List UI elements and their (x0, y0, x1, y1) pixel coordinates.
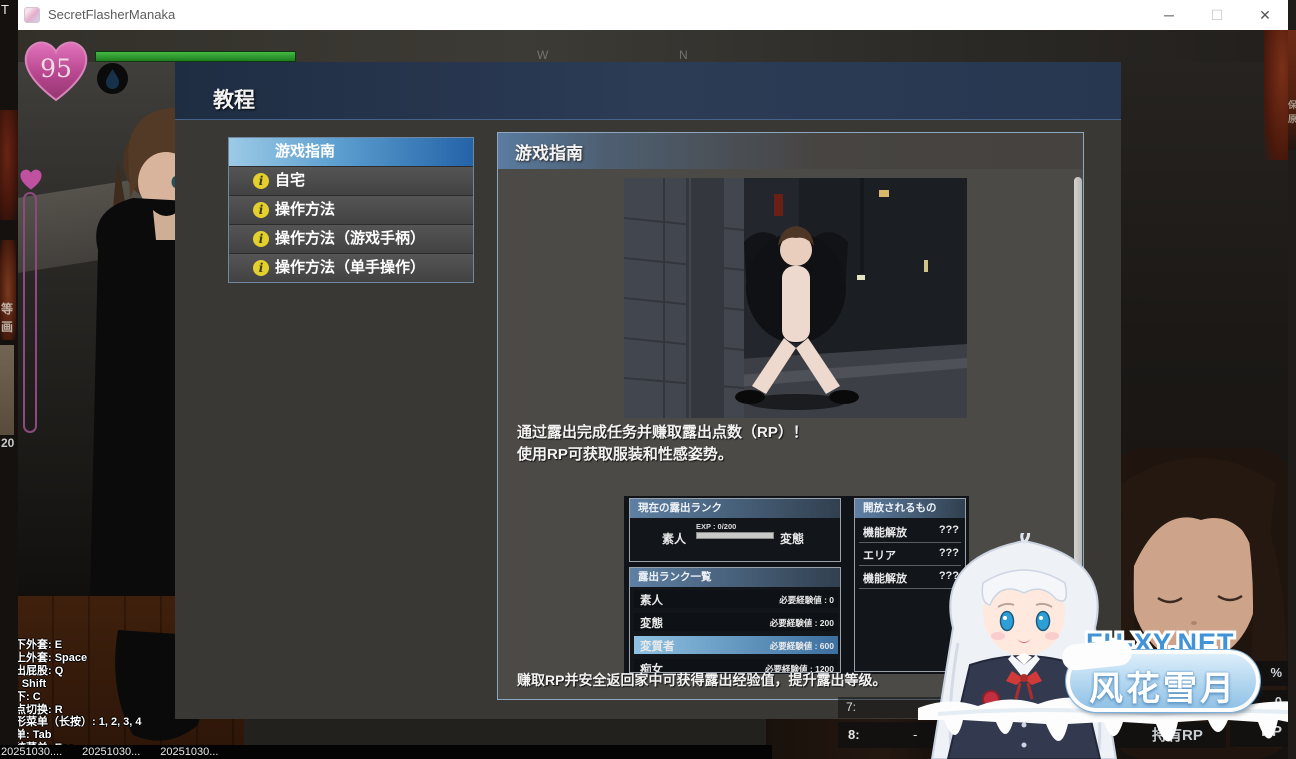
rank-name: 変質者 (640, 638, 675, 654)
game-window: 95 W N 教程 游戏指南 i 自宅 i 操作方法 i 操作方法（游戏手柄） i 操作方法（单… (0, 0, 1296, 759)
tutorial-screenshot (624, 178, 967, 418)
info-icon: i (253, 173, 269, 189)
edge-glyph: 等 (1, 300, 13, 317)
close-button[interactable]: ✕ (1242, 0, 1288, 30)
rank-list-panel-title: 露出ランク一覧 (630, 568, 840, 587)
shortcut-line-4: 蹲下: C (4, 691, 142, 704)
edge-glyph: 原 (1288, 112, 1296, 125)
shortcut-line-0: 脱下外套: E (4, 639, 142, 652)
rank-row-2: 変質者 必要経験値 : 600 (634, 636, 838, 654)
affection-value: 95 (22, 54, 90, 83)
wallpaper-texture (0, 110, 18, 220)
shortcut-line-2: 露出屁股: Q (4, 665, 142, 678)
sidebar-item-4[interactable]: i 操作方法（单手操作） (229, 254, 473, 282)
rank-ui-screenshot: 現在の露出ランク 素人 EXP : 0/200 変態 露出ランク一覧 素人必要経… (624, 496, 969, 674)
sidebar-item-label: 自宅 (275, 172, 305, 189)
intro-line-1: 通过露出完成任务并赚取露出点数（RP）！ (517, 421, 808, 442)
unlock-panel-title: 開放されるもの (855, 499, 965, 518)
window-title: SecretFlasherManaka (48, 7, 175, 22)
edge-glyph: 画 (1, 318, 13, 335)
gauge-heart-icon (19, 168, 43, 191)
sidebar-item-2[interactable]: i 操作方法 (229, 196, 473, 224)
rank-row-1: 変態 必要経験値 : 200 (634, 613, 838, 631)
unlock-name: 機能解放 (863, 524, 907, 540)
edge-glyph: 20 (1, 436, 14, 450)
edge-glyph: 保 (1288, 98, 1296, 111)
sidebar-item-label: 游戏指南 (275, 143, 335, 160)
desktop-file-token-2[interactable]: 20251030... (160, 745, 218, 759)
desktop-edge-right: 保 原 (1288, 0, 1296, 759)
sidebar-item-label: 操作方法（单手操作） (275, 259, 425, 276)
sidebar-item-label: 操作方法（游戏手柄） (275, 230, 425, 247)
unlock-name: エリア (863, 547, 896, 563)
stat-row-8-value: - (913, 727, 917, 742)
desktop-file-token-0[interactable]: 20251030.... (1, 745, 62, 759)
sidebar-item-label: 操作方法 (275, 201, 335, 218)
outro-text: 赚取RP并安全返回家中可获得露出经验值，提升露出等级。 (517, 670, 886, 690)
rank-required-exp: 必要経験値 : 600 (770, 640, 834, 652)
scene-red-texture (1264, 30, 1288, 160)
wallpaper-texture (1288, 30, 1296, 150)
info-icon: i (253, 231, 269, 247)
shortcut-line-7: 菜单: Tab (4, 729, 142, 742)
sidebar-item-0[interactable]: 游戏指南 (229, 138, 473, 166)
app-icon (24, 7, 40, 23)
tutorial-sidebar: 游戏指南 i 自宅 i 操作方法 i 操作方法（游戏手柄） i 操作方法（单手操作） (228, 137, 474, 283)
info-icon: i (253, 202, 269, 218)
stat-row-7-label: 7: (846, 700, 856, 714)
droplet-icon (97, 63, 128, 94)
info-icon: i (253, 260, 269, 276)
next-rank-name: 変態 (780, 530, 804, 547)
desktop-file-token-1[interactable]: 20251030... (82, 745, 140, 759)
stamina-bar (95, 51, 296, 62)
intro-line-2: 使用RP可获取服装和性感姿势。 (517, 443, 733, 464)
shortcut-line-1: 穿上外套: Space (4, 652, 142, 665)
watermark-badge: 风花雪月 (1066, 650, 1260, 712)
minimize-button[interactable]: ─ (1146, 0, 1192, 30)
watermark-badge-text: 风花雪月 (1070, 661, 1256, 710)
unlock-name: 機能解放 (863, 570, 907, 586)
stat-percent: % (1270, 665, 1282, 680)
rank-required-exp: 必要経験値 : 0 (779, 594, 834, 606)
current-rank-name: 素人 (662, 530, 686, 547)
rank-name: 変態 (640, 615, 663, 631)
sidebar-item-3[interactable]: i 操作方法（游戏手柄） (229, 225, 473, 253)
exp-bar (696, 532, 774, 539)
compass-n: N (679, 48, 688, 62)
exp-label: EXP : 0/200 (696, 522, 736, 531)
sidebar-item-1[interactable]: i 自宅 (229, 167, 473, 195)
shortcut-list: 脱下外套: E穿上外套: Space露出屁股: Q跑: Shift蹲下: C视点… (4, 639, 142, 755)
desktop-file-tokens: 20251030.... 20251030... 20251030... (0, 745, 772, 759)
window-titlebar: SecretFlasherManaka ─ ☐ ✕ (18, 0, 1288, 30)
current-rank-panel: 現在の露出ランク 素人 EXP : 0/200 変態 (629, 498, 841, 562)
rank-name: 素人 (640, 592, 663, 608)
dialog-title: 教程 (213, 84, 255, 114)
dialog-header: 教程 (175, 62, 1121, 120)
rank-required-exp: 必要経験値 : 200 (770, 617, 834, 629)
shortcut-line-5: 视点切换: R (4, 704, 142, 717)
rank-list-panel: 露出ランク一覧 素人 必要経験値 : 0 変態 必要経験値 : 200 変質者 必要経験値… (629, 567, 841, 673)
content-title: 游戏指南 (515, 139, 583, 164)
shortcut-line-6: 环形菜单（长按）: 1, 2, 3, 4 (4, 716, 142, 729)
maximize-button[interactable]: ☐ (1194, 0, 1240, 30)
desktop-text-fragment: T (1, 2, 9, 17)
street-scene (624, 178, 967, 418)
wallpaper-texture (0, 345, 14, 435)
current-rank-panel-title: 現在の露出ランク (630, 499, 840, 518)
rank-row-0: 素人 必要経験値 : 0 (634, 590, 838, 608)
shortcut-line-3: 跑: Shift (4, 678, 142, 691)
compass-w: W (537, 48, 548, 62)
content-header: 游戏指南 (498, 133, 1084, 169)
stat-row-8-label: 8: (848, 727, 860, 742)
exposure-gauge (23, 192, 37, 433)
desktop-edge-left: 等 画 20 (0, 0, 18, 759)
